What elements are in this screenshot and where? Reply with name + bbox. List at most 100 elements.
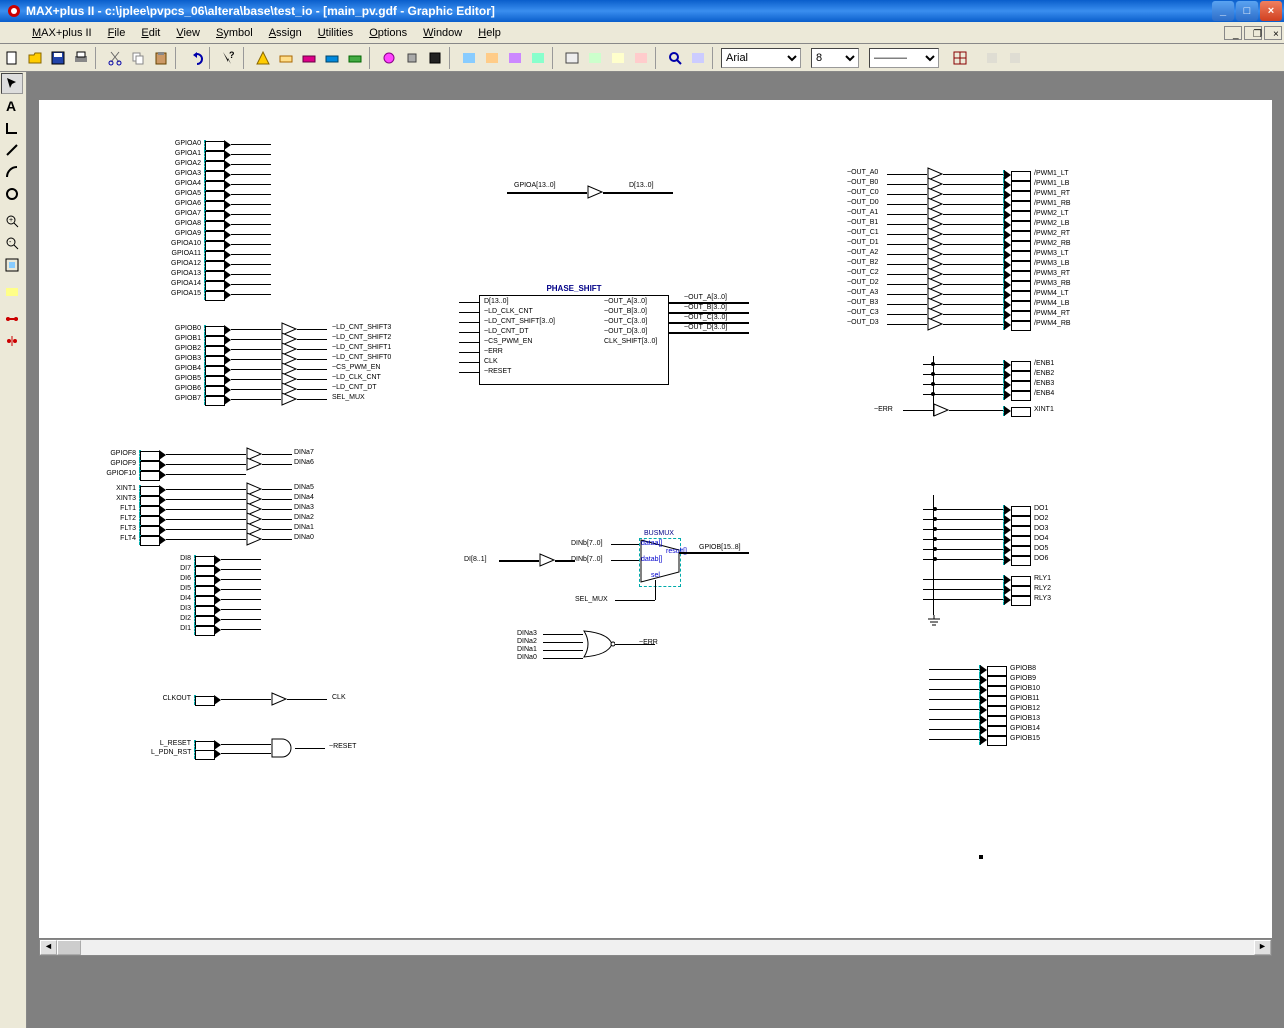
tool5-icon[interactable]: [584, 47, 606, 69]
output-pin[interactable]: GPIOB12: [979, 705, 981, 715]
input-pin[interactable]: FLT4: [139, 535, 141, 545]
menu-assign[interactable]: Assign: [261, 25, 310, 41]
rubber2-icon[interactable]: [1004, 47, 1026, 69]
mdi-minimize-button[interactable]: _: [1224, 26, 1242, 40]
mdi-restore-button[interactable]: ❐: [1244, 26, 1262, 40]
output-pin[interactable]: /PWM1_LB: [1003, 180, 1005, 190]
menu-view[interactable]: View: [168, 25, 208, 41]
output-pin[interactable]: XINT1: [1003, 406, 1005, 416]
menu-maxplus[interactable]: MMAX+plus IIAX+plus II: [24, 25, 100, 41]
analyze-icon[interactable]: [378, 47, 400, 69]
tool6-icon[interactable]: [607, 47, 629, 69]
menu-file[interactable]: File: [100, 25, 134, 41]
find-tool[interactable]: [1, 281, 23, 302]
menu-utilities[interactable]: Utilities: [310, 25, 361, 41]
orth-line-tool[interactable]: [1, 117, 23, 138]
diag-line-tool[interactable]: [1, 139, 23, 160]
menu-window[interactable]: Window: [415, 25, 470, 41]
input-pin[interactable]: GPIOA11: [204, 250, 206, 260]
output-pin[interactable]: /PWM3_LB: [1003, 260, 1005, 270]
pin-icon[interactable]: [401, 47, 423, 69]
menu-options[interactable]: Options: [361, 25, 415, 41]
simulator-icon[interactable]: [321, 47, 343, 69]
output-pin[interactable]: /ENB1: [1003, 360, 1005, 370]
output-pin[interactable]: /PWM4_LT: [1003, 290, 1005, 300]
input-pin[interactable]: GPIOA13: [204, 270, 206, 280]
text-tool[interactable]: A: [1, 95, 23, 116]
output-pin[interactable]: /PWM2_LT: [1003, 210, 1005, 220]
hierarchy-icon[interactable]: [275, 47, 297, 69]
output-pin[interactable]: /PWM4_RT: [1003, 310, 1005, 320]
output-pin[interactable]: RLY2: [1003, 585, 1005, 595]
output-pin[interactable]: DO1: [1003, 505, 1005, 515]
maximize-button[interactable]: □: [1236, 1, 1258, 21]
output-pin[interactable]: /PWM2_LB: [1003, 220, 1005, 230]
output-pin[interactable]: DO4: [1003, 535, 1005, 545]
horizontal-scrollbar[interactable]: ◄ ►: [39, 939, 1272, 956]
menu-help[interactable]: Help: [470, 25, 509, 41]
mdi-close-button[interactable]: ×: [1264, 26, 1282, 40]
connect-dots-icon[interactable]: [1, 330, 23, 351]
input-pin[interactable]: GPIOB3: [204, 355, 206, 365]
input-pin[interactable]: FLT2: [139, 515, 141, 525]
input-pin[interactable]: GPIOB5: [204, 375, 206, 385]
input-pin[interactable]: GPIOA8: [204, 220, 206, 230]
output-pin[interactable]: /PWM1_LT: [1003, 170, 1005, 180]
input-pin[interactable]: XINT3: [139, 495, 141, 505]
undo-button[interactable]: [184, 47, 206, 69]
minimize-button[interactable]: _: [1212, 1, 1234, 21]
input-pin[interactable]: FLT1: [139, 505, 141, 515]
output-pin[interactable]: /ENB3: [1003, 380, 1005, 390]
input-pin[interactable]: DI7: [194, 565, 196, 575]
scroll-right-button[interactable]: ►: [1254, 940, 1271, 955]
schematic-canvas[interactable]: GPIOA0GPIOA1GPIOA2GPIOA3GPIOA4GPIOA5GPIO…: [39, 100, 1272, 938]
arc-tool[interactable]: [1, 161, 23, 182]
output-pin[interactable]: GPIOB15: [979, 735, 981, 745]
input-pin[interactable]: XINT1: [139, 485, 141, 495]
input-pin[interactable]: GPIOA10: [204, 240, 206, 250]
output-pin[interactable]: RLY3: [1003, 595, 1005, 605]
output-pin[interactable]: GPIOB11: [979, 695, 981, 705]
input-pin[interactable]: GPIOA6: [204, 200, 206, 210]
compile-warn-icon[interactable]: [252, 47, 274, 69]
output-pin[interactable]: /PWM4_LB: [1003, 300, 1005, 310]
paste-button[interactable]: [150, 47, 172, 69]
help-context-button[interactable]: ?: [218, 47, 240, 69]
output-pin[interactable]: DO5: [1003, 545, 1005, 555]
input-pin[interactable]: DI1: [194, 625, 196, 635]
input-pin[interactable]: DI5: [194, 585, 196, 595]
output-pin[interactable]: /PWM4_RB: [1003, 320, 1005, 330]
output-pin[interactable]: DO2: [1003, 515, 1005, 525]
zoom-out-tool[interactable]: -: [1, 232, 23, 253]
input-pin[interactable]: DI2: [194, 615, 196, 625]
save-button[interactable]: [47, 47, 69, 69]
output-pin[interactable]: GPIOB10: [979, 685, 981, 695]
output-pin[interactable]: RLY1: [1003, 575, 1005, 585]
input-pin[interactable]: GPIOA9: [204, 230, 206, 240]
tool3-icon[interactable]: [504, 47, 526, 69]
menu-edit[interactable]: Edit: [133, 25, 168, 41]
output-pin[interactable]: /PWM2_RB: [1003, 240, 1005, 250]
input-pin[interactable]: DI3: [194, 605, 196, 615]
zoom-in-tool[interactable]: +: [1, 210, 23, 231]
input-pin[interactable]: GPIOA14: [204, 280, 206, 290]
input-pin[interactable]: GPIOF8: [139, 450, 141, 460]
font-select[interactable]: Arial: [721, 48, 801, 68]
input-pin[interactable]: GPIOB6: [204, 385, 206, 395]
open-button[interactable]: [24, 47, 46, 69]
chip-icon[interactable]: [424, 47, 446, 69]
input-pin[interactable]: GPIOA4: [204, 180, 206, 190]
input-pin[interactable]: GPIOB1: [204, 335, 206, 345]
tool4-icon[interactable]: [527, 47, 549, 69]
input-pin[interactable]: CLKOUT: [194, 695, 196, 705]
snap-icon[interactable]: [949, 47, 971, 69]
font-size-select[interactable]: 8: [811, 48, 859, 68]
output-pin[interactable]: /PWM3_LT: [1003, 250, 1005, 260]
print-button[interactable]: [70, 47, 92, 69]
scroll-left-button[interactable]: ◄: [40, 940, 57, 955]
scroll-thumb[interactable]: [57, 940, 81, 955]
output-pin[interactable]: /ENB2: [1003, 370, 1005, 380]
output-pin[interactable]: GPIOB14: [979, 725, 981, 735]
rubber-icon[interactable]: [981, 47, 1003, 69]
input-pin[interactable]: GPIOF10: [139, 470, 141, 480]
